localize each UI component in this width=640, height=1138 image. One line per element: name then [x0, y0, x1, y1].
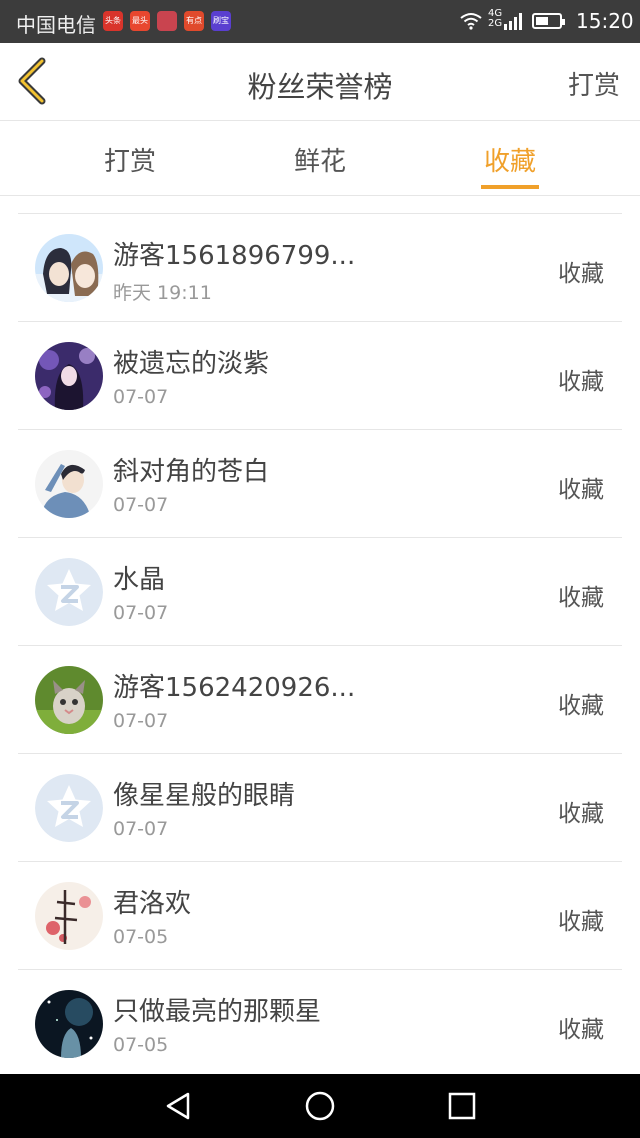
tab-reward[interactable]: 打赏	[70, 141, 190, 178]
favorite-time: 昨天 19:11	[113, 282, 212, 304]
tab-favorites[interactable]: 收藏	[450, 141, 570, 178]
favorite-label: 收藏	[558, 801, 604, 827]
fan-name: 只做最亮的那颗星	[113, 997, 322, 1027]
active-tab-indicator	[481, 185, 539, 189]
avatar	[35, 990, 103, 1058]
list-item[interactable]: 斜对角的苍白 07-07 收藏	[18, 430, 622, 538]
signal-icon	[504, 13, 522, 30]
avatar	[35, 882, 103, 950]
app-notification-icon: 头条	[103, 11, 123, 31]
fan-name: 游客1562420926...	[113, 673, 356, 703]
wifi-icon	[460, 13, 482, 30]
list-item[interactable]: 游客1561896799... 昨天 19:11 收藏	[18, 214, 622, 322]
list-item[interactable]: 游客1562420926... 07-07 收藏	[18, 646, 622, 754]
favorite-time: 07-07	[113, 602, 169, 624]
fan-name: 斜对角的苍白	[113, 457, 270, 487]
favorite-time: 07-07	[113, 710, 169, 732]
system-nav-bar	[0, 1074, 640, 1138]
fan-name: 君洛欢	[113, 889, 192, 919]
favorite-time: 07-07	[113, 818, 169, 840]
favorite-label: 收藏	[558, 693, 604, 719]
app-notification-icon: 最头条	[130, 11, 150, 31]
nav-recents-icon[interactable]	[446, 1090, 478, 1122]
default-avatar-icon	[35, 774, 103, 842]
fan-name: 游客1561896799...	[113, 241, 356, 271]
favorite-time: 07-05	[113, 1034, 169, 1056]
favorite-time: 07-05	[113, 926, 169, 948]
default-avatar-icon	[35, 558, 103, 626]
list-item[interactable]: 君洛欢 07-05 收藏	[18, 862, 622, 970]
list-item[interactable]: 被遗忘的淡紫 07-07 收藏	[18, 322, 622, 430]
fan-name: 像星星般的眼睛	[113, 781, 296, 811]
fan-name: 被遗忘的淡紫	[113, 349, 270, 379]
favorite-label: 收藏	[558, 477, 604, 503]
page-title: 粉丝荣誉榜	[247, 70, 393, 104]
app-header: 粉丝荣誉榜 打赏	[0, 43, 640, 121]
network-type-label: 4G 2G	[488, 8, 503, 29]
list-item[interactable]: 只做最亮的那颗星 07-05 收藏	[18, 970, 622, 1078]
avatar	[35, 234, 103, 302]
favorite-label: 收藏	[558, 909, 604, 935]
carrier-label: 中国电信	[16, 13, 96, 37]
tab-bar: 打赏 鲜花 收藏	[0, 121, 640, 196]
tab-flowers[interactable]: 鲜花	[260, 141, 380, 178]
list-item[interactable]: 像星星般的眼睛 07-07 收藏	[18, 754, 622, 862]
fan-name: 水晶	[113, 565, 166, 595]
favorite-label: 收藏	[558, 369, 604, 395]
nav-home-icon[interactable]	[304, 1090, 336, 1122]
reward-button[interactable]: 打赏	[568, 65, 620, 102]
status-bar: 中国电信 头条 最头条 有点 刷宝 4G 2G 15:20	[0, 0, 640, 43]
avatar	[35, 342, 103, 410]
avatar	[35, 450, 103, 518]
list-item[interactable]: 水晶 07-07 收藏	[18, 538, 622, 646]
battery-icon	[532, 13, 565, 29]
app-notification-icon: 刷宝	[211, 11, 231, 31]
app-notification-icon	[157, 11, 177, 31]
clock: 15:20	[576, 9, 634, 33]
fan-list: 游客1561896799... 昨天 19:11 收藏 被遗忘的淡紫 07-07…	[18, 213, 622, 1078]
nav-back-icon[interactable]	[162, 1090, 194, 1122]
favorite-label: 收藏	[558, 585, 604, 611]
app-notification-icon: 有点	[184, 11, 204, 31]
favorite-label: 收藏	[558, 1017, 604, 1043]
favorite-time: 07-07	[113, 494, 169, 516]
avatar	[35, 666, 103, 734]
favorite-time: 07-07	[113, 386, 169, 408]
favorite-label: 收藏	[558, 261, 604, 287]
